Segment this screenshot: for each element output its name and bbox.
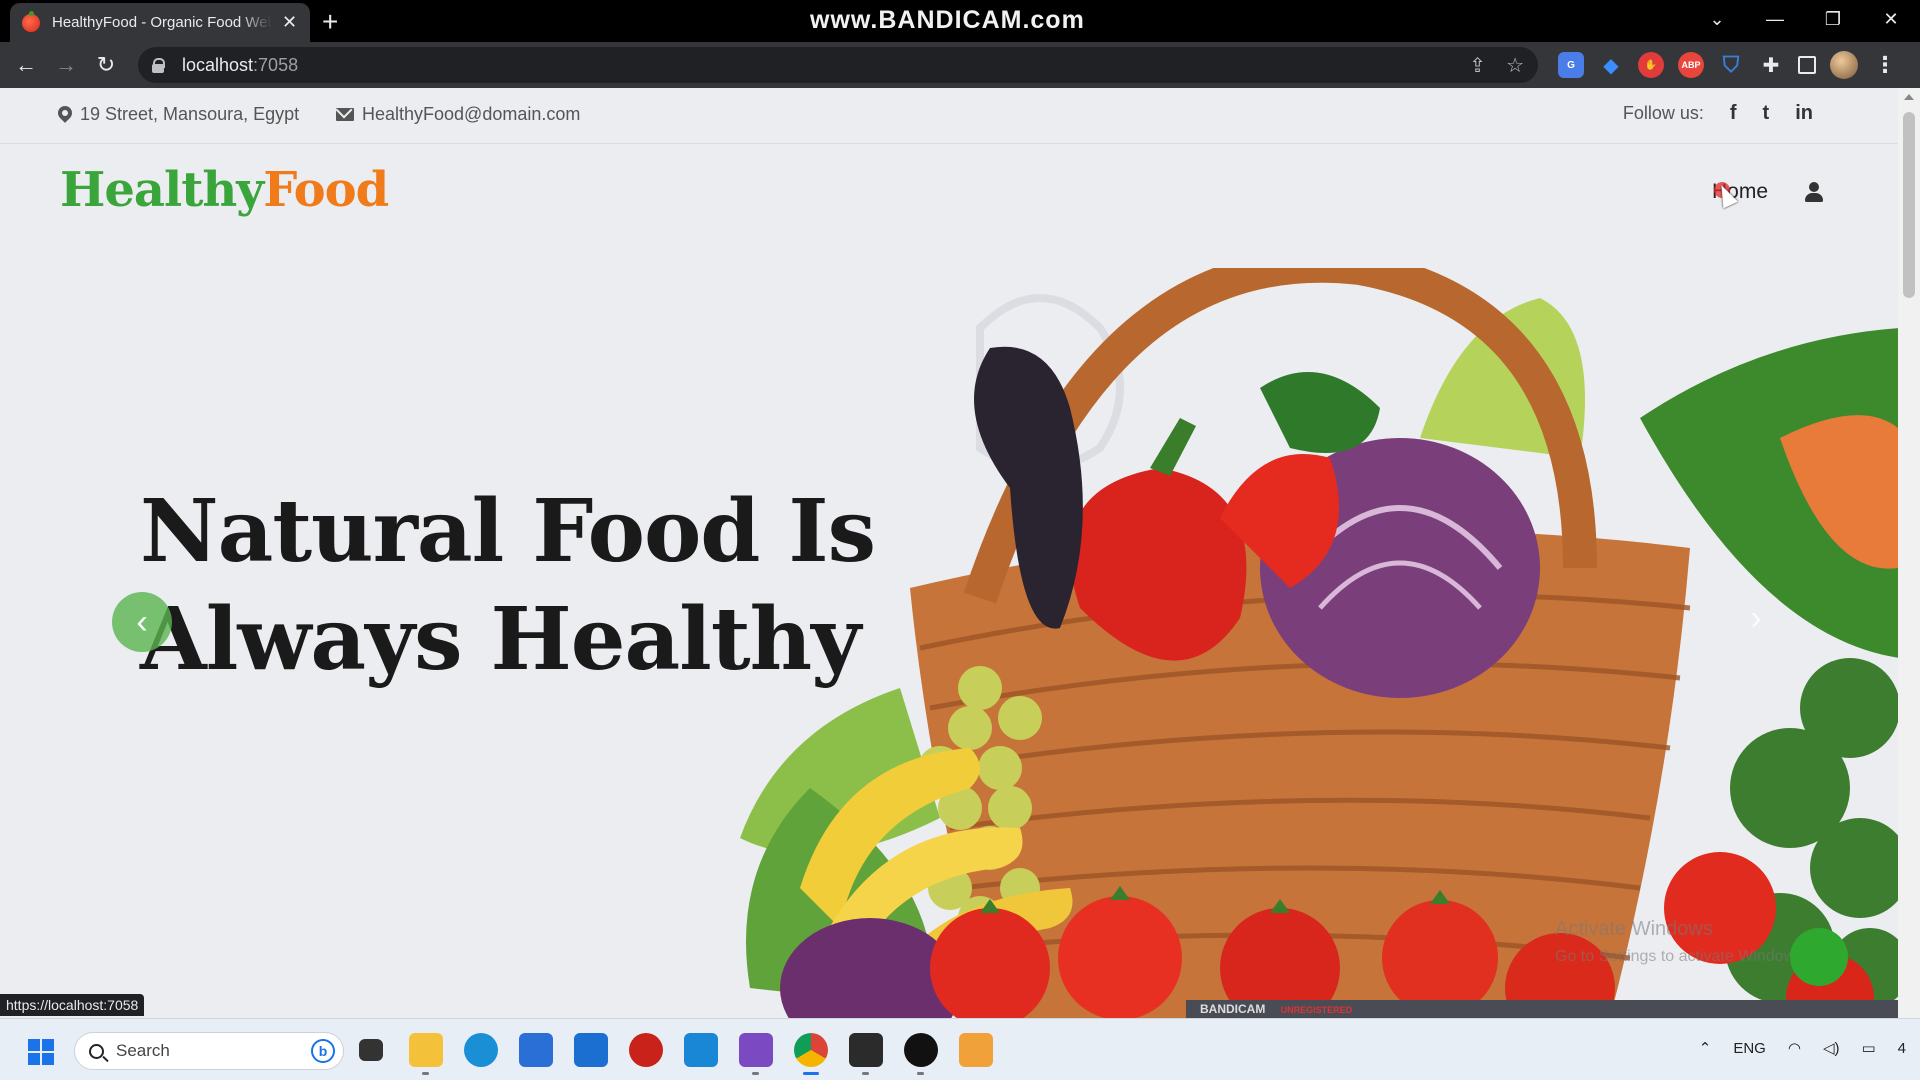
bandicam-status: UNREGISTERED	[1280, 1005, 1353, 1015]
shield-extension-icon[interactable]: ⛉	[1718, 52, 1744, 78]
hero-line-1: Natural Food Is	[140, 481, 876, 582]
battery-icon[interactable]: ▭	[1861, 1039, 1875, 1057]
chevron-left-icon: ‹	[136, 602, 148, 641]
url-port: :7058	[253, 54, 299, 75]
adblock-extension-icon[interactable]: ABP	[1678, 52, 1704, 78]
logo-healthy: Healthy	[60, 162, 264, 218]
user-account-icon[interactable]	[1805, 182, 1823, 202]
chevron-right-icon: ›	[1750, 598, 1762, 637]
url-host: localhost	[182, 54, 254, 75]
envelope-icon	[336, 108, 354, 121]
translate-extension-icon[interactable]: G	[1558, 52, 1584, 78]
scroll-up-icon[interactable]	[1904, 94, 1914, 100]
extensions-puzzle-icon[interactable]: ✚	[1758, 52, 1784, 78]
extensions-area: G ◆ ✋ ABP ⛉ ✚ ⋮	[1558, 51, 1898, 79]
terminal-icon[interactable]	[849, 1033, 883, 1075]
chrome-icon[interactable]	[794, 1033, 828, 1075]
page-scrollbar[interactable]	[1898, 88, 1920, 1018]
diamond-extension-icon[interactable]: ◆	[1598, 52, 1624, 78]
share-icon[interactable]: ⇪	[1469, 53, 1486, 78]
tab-strip: HealthyFood - Organic Food Website ✕ + w…	[0, 0, 1920, 42]
twitter-icon[interactable]: t	[1763, 102, 1770, 125]
side-panel-icon[interactable]	[1798, 56, 1816, 74]
bandicam-label: BANDICAM	[1200, 1002, 1266, 1016]
carousel-prev-button[interactable]: ‹	[112, 592, 172, 652]
floating-action-button[interactable]	[1790, 928, 1848, 986]
profile-avatar[interactable]	[1830, 51, 1858, 79]
hero-line-2: Always Healthy	[140, 589, 861, 690]
microsoft-store-icon[interactable]	[519, 1033, 553, 1067]
volume-icon[interactable]: ◁)	[1823, 1039, 1840, 1057]
remote-desktop-icon[interactable]	[574, 1033, 608, 1067]
recording-watermark: www.BANDICAM.com	[810, 6, 1085, 34]
windows-taskbar: Search b ⌃ ENG ◠ ◁) ▭ 4	[0, 1018, 1920, 1080]
reload-button[interactable]: ↻	[86, 52, 126, 78]
vscode-icon[interactable]	[684, 1033, 718, 1067]
browser-menu-icon[interactable]: ⋮	[1872, 52, 1898, 78]
search-icon	[89, 1043, 104, 1059]
tomato-favicon-icon	[22, 10, 40, 32]
search-placeholder: Search	[116, 1041, 170, 1060]
window-controls: ⌄ — ❐ ✕	[1688, 0, 1920, 40]
close-tab-icon[interactable]: ✕	[282, 12, 297, 33]
tab-search-icon[interactable]: ⌄	[1688, 0, 1746, 40]
linkedin-icon[interactable]: in	[1795, 102, 1813, 125]
minimize-button[interactable]: —	[1746, 0, 1804, 40]
activate-windows-title: Activate Windows	[1555, 918, 1713, 940]
antivirus-icon[interactable]	[629, 1033, 663, 1067]
back-button[interactable]: ←	[6, 52, 46, 78]
edge-browser-icon[interactable]	[464, 1033, 498, 1067]
language-indicator[interactable]: ENG	[1733, 1040, 1766, 1057]
email-text[interactable]: HealthyFood@domain.com	[362, 104, 580, 125]
facebook-icon[interactable]: f	[1730, 102, 1737, 125]
visual-studio-icon[interactable]	[739, 1033, 773, 1075]
bookmark-star-icon[interactable]: ☆	[1506, 53, 1524, 78]
page-viewport: 19 Street, Mansoura, Egypt HealthyFood@d…	[0, 88, 1898, 1018]
scrollbar-thumb[interactable]	[1903, 112, 1915, 298]
taskbar-search[interactable]: Search b	[74, 1032, 344, 1070]
hand-extension-icon[interactable]: ✋	[1638, 52, 1664, 78]
start-button[interactable]	[28, 1039, 54, 1065]
forward-button[interactable]: →	[46, 52, 86, 78]
chevron-up-icon[interactable]: ⌃	[1699, 1039, 1712, 1057]
email-info[interactable]: HealthyFood@domain.com	[336, 104, 580, 125]
close-window-button[interactable]: ✕	[1862, 0, 1920, 40]
social-links: Follow us: f t in	[1623, 102, 1813, 125]
new-tab-button[interactable]: +	[322, 6, 338, 38]
browser-tab[interactable]: HealthyFood - Organic Food Website ✕	[10, 3, 310, 42]
taskbar-apps	[354, 1033, 993, 1075]
lock-icon[interactable]	[152, 58, 165, 73]
contact-topbar: 19 Street, Mansoura, Egypt HealthyFood@d…	[0, 88, 1898, 144]
notification-count[interactable]: 4	[1898, 1040, 1906, 1057]
task-view-icon[interactable]	[359, 1039, 383, 1061]
follow-label: Follow us:	[1622, 103, 1704, 123]
location-pin-icon	[58, 106, 72, 124]
link-status-bubble: https://localhost:7058	[0, 994, 145, 1016]
address-bar[interactable]: localhost:7058 ⇪ ☆	[138, 47, 1538, 83]
address-info: 19 Street, Mansoura, Egypt	[58, 104, 299, 125]
system-tray: ⌃ ENG ◠ ◁) ▭ 4	[1699, 1039, 1906, 1058]
file-explorer-icon[interactable]	[409, 1033, 443, 1075]
logo-food: Food	[263, 162, 389, 218]
hero-heading: Natural Food Is Always Healthy	[140, 478, 876, 694]
address-text: 19 Street, Mansoura, Egypt	[80, 104, 300, 124]
site-logo[interactable]: HealthyFood	[60, 162, 389, 218]
bandicam-recording-bar: BANDICAM UNREGISTERED	[1186, 1000, 1898, 1018]
bing-icon[interactable]: b	[311, 1039, 335, 1063]
wifi-icon[interactable]: ◠	[1788, 1039, 1801, 1057]
bandicam-icon[interactable]	[904, 1033, 938, 1075]
carousel-next-button[interactable]: ›	[1728, 590, 1784, 646]
tab-title: HealthyFood - Organic Food Website	[52, 14, 272, 31]
restore-button[interactable]: ❐	[1804, 0, 1862, 40]
activate-windows-subtitle: Go to Settings to activate Windows.	[1555, 948, 1808, 965]
snipping-tool-icon[interactable]	[959, 1033, 993, 1067]
